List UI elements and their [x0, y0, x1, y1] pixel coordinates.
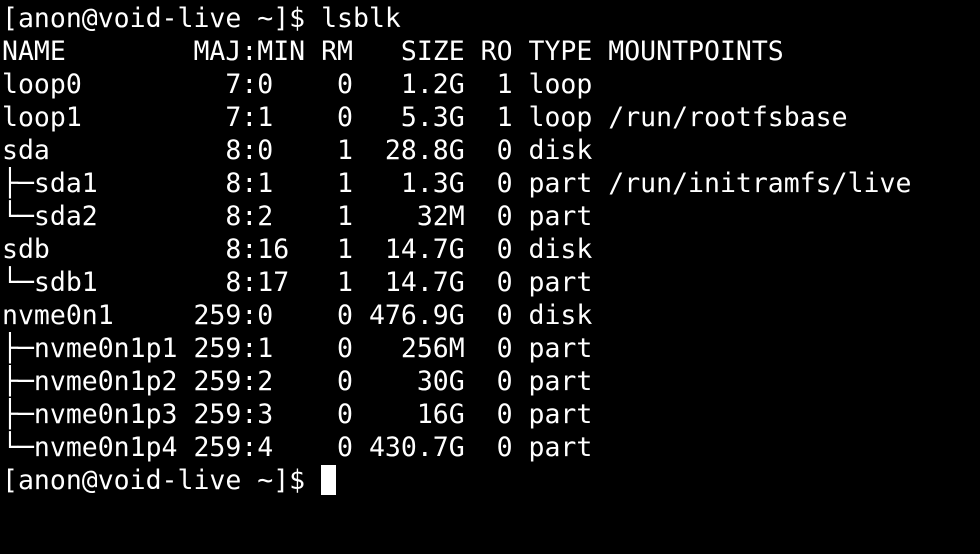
terminal-window[interactable]: [anon@void-live ~]$ lsblk NAME MAJ:MIN R… — [0, 0, 980, 554]
output-row-loop1: loop1 7:1 0 5.3G 1 loop /run/rootfsbase — [2, 102, 848, 133]
output-row-sdb: sdb 8:16 1 14.7G 0 disk — [2, 234, 593, 265]
output-row-sda: sda 8:0 1 28.8G 0 disk — [2, 135, 593, 166]
output-row-nvme0n1: nvme0n1 259:0 0 476.9G 0 disk — [2, 300, 593, 331]
output-row-nvme0n1p2: ├─nvme0n1p2 259:2 0 30G 0 part — [2, 366, 593, 397]
output-row-nvme0n1p1: ├─nvme0n1p1 259:1 0 256M 0 part — [2, 333, 593, 364]
command-line: [anon@void-live ~]$ lsblk — [2, 2, 980, 35]
active-prompt-line[interactable]: [anon@void-live ~]$ — [2, 464, 980, 497]
output-row-loop0: loop0 7:0 0 1.2G 1 loop — [2, 69, 593, 100]
shell-prompt-current: [anon@void-live ~]$ — [2, 465, 322, 496]
command-text: lsblk — [321, 3, 401, 34]
output-row-sdb1: └─sdb1 8:17 1 14.7G 0 part — [2, 267, 593, 298]
output-row-nvme0n1p3: ├─nvme0n1p3 259:3 0 16G 0 part — [2, 399, 593, 430]
text-cursor[interactable] — [321, 465, 337, 495]
output-row-sda2: └─sda2 8:2 1 32M 0 part — [2, 201, 593, 232]
output-row-nvme0n1p4: └─nvme0n1p4 259:4 0 430.7G 0 part — [2, 432, 593, 463]
shell-prompt: [anon@void-live ~]$ — [2, 3, 322, 34]
output-header-row: NAME MAJ:MIN RM SIZE RO TYPE MOUNTPOINTS — [2, 36, 784, 67]
output-row-sda1: ├─sda1 8:1 1 1.3G 0 part /run/initramfs/… — [2, 168, 912, 199]
